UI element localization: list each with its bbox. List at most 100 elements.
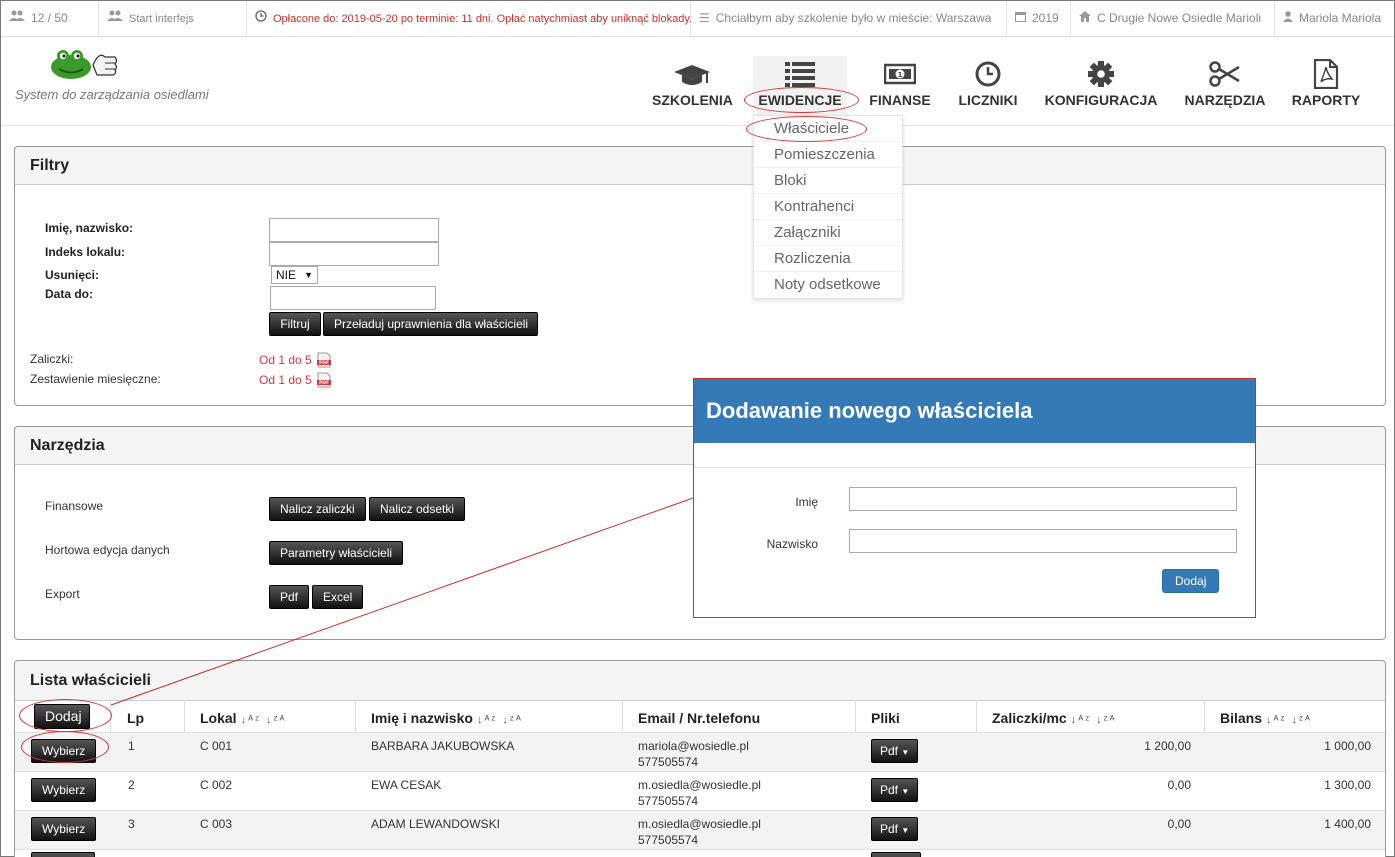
files-label: Pdf <box>880 744 899 758</box>
estate-selector[interactable]: C Drugie Nowe Osiedle Marioli <box>1071 1 1275 36</box>
estate-text: C Drugie Nowe Osiedle Marioli <box>1097 11 1262 25</box>
row-unit: C 003 <box>200 817 233 831</box>
unit-index-input[interactable] <box>269 242 439 266</box>
calc-advances-button[interactable]: Nalicz zaliczki <box>269 497 366 521</box>
row-unit: C 001 <box>200 739 233 753</box>
column-label: Zaliczki/mc <box>992 710 1067 726</box>
column-advance[interactable]: Zaliczki/mc ↓ᴬᶻ ↓ᶻᴬ <box>977 701 1205 733</box>
monthly-pdf-link[interactable]: Od 1 do 5 PDF <box>259 372 332 388</box>
row-email[interactable]: mariola@wosiedle.pl <box>638 739 749 753</box>
highlight-ellipse <box>19 699 112 732</box>
training-city-text: Chciałbym aby szkolenie było w mieście: … <box>715 11 992 25</box>
name-label: Imię, nazwisko: <box>45 221 134 235</box>
deleted-label: Usunięci: <box>45 268 100 282</box>
sort-icon[interactable]: ↓ᴬᶻ ↓ᶻᴬ <box>477 714 523 726</box>
modal-add-button[interactable]: Dodaj <box>1162 569 1220 593</box>
files-dropdown-button[interactable] <box>871 852 921 857</box>
select-button[interactable]: Wybierz <box>31 817 97 841</box>
date-input[interactable] <box>270 286 436 310</box>
row-contact: mariola@wosiedle.pl 577505574 <box>638 738 749 770</box>
money-icon: 1 <box>869 59 931 89</box>
index-label: Indeks lokalu: <box>45 245 126 259</box>
menu-item-bloki[interactable]: Bloki <box>754 168 902 194</box>
export-excel-button[interactable]: Excel <box>312 585 364 609</box>
highlight-ellipse <box>746 116 867 142</box>
header-divider <box>1 125 1394 126</box>
row-phone: 577505574 <box>638 794 699 808</box>
column-name[interactable]: Imię i nazwisko ↓ᴬᶻ ↓ᶻᴬ <box>356 701 623 733</box>
files-dropdown-button[interactable]: Pdf ▼ <box>871 817 919 841</box>
pdf-file-icon <box>1291 58 1361 90</box>
pdf-icon: PDF <box>316 372 332 388</box>
menu-item-pomieszczenia[interactable]: Pomieszczenia <box>754 142 902 168</box>
monthly-link-text: Od 1 do 5 <box>259 373 312 387</box>
advances-pdf-link[interactable]: Od 1 do 5 PDF <box>259 352 332 368</box>
users-icon <box>107 1 123 36</box>
select-button[interactable] <box>31 852 95 857</box>
list-icon <box>753 59 847 89</box>
filter-button[interactable]: Filtruj <box>269 312 321 336</box>
year-selector[interactable]: 2019 <box>1007 1 1071 36</box>
caret-down-icon: ▼ <box>901 826 910 835</box>
nav-narzedzia[interactable]: NARZĘDZIA <box>1184 59 1266 109</box>
row-email[interactable]: m.osiedla@wosiedle.pl <box>638 817 761 831</box>
files-dropdown-button[interactable]: Pdf ▼ <box>871 739 919 763</box>
row-lp: 1 <box>128 739 135 753</box>
table-row[interactable]: Wybierz 2 C 002 EWA CESAK m.osiedla@wosi… <box>15 771 1385 810</box>
column-balance[interactable]: Bilans ↓ᴬᶻ ↓ᶻᴬ <box>1205 701 1385 733</box>
user-icon <box>1283 1 1293 36</box>
name-input[interactable] <box>269 218 439 242</box>
filters-panel: Filtry Imię, nazwisko: Indeks lokalu: Us… <box>14 146 1386 406</box>
modal-title: Dodawanie nowego właściciela <box>694 379 1255 443</box>
user-menu[interactable]: Mariola Mariola <box>1275 1 1394 36</box>
files-dropdown-button[interactable]: Pdf ▼ <box>871 778 919 802</box>
sort-icon[interactable]: ↓ᴬᶻ ↓ᶻᴬ <box>1266 714 1312 726</box>
row-lp: 3 <box>128 817 135 831</box>
caret-down-icon: ▼ <box>304 270 313 280</box>
date-label: Data do: <box>45 287 93 301</box>
export-pdf-button[interactable]: Pdf <box>269 585 310 609</box>
menu-item-rozliczenia[interactable]: Rozliczenia <box>754 246 902 272</box>
owner-parameters-button[interactable]: Parametry właścicieli <box>269 541 404 565</box>
menu-item-zalaczniki[interactable]: Załączniki <box>754 220 902 246</box>
sort-icon[interactable]: ↓ᴬᶻ ↓ᶻᴬ <box>241 714 287 726</box>
files-label: Pdf <box>880 822 899 836</box>
first-name-input[interactable] <box>849 487 1237 511</box>
frog-logo[interactable] <box>49 45 119 81</box>
reload-permissions-button[interactable]: Przeładuj uprawnienia dla właścicieli <box>323 312 538 336</box>
row-advance: 0,00 <box>1167 778 1191 792</box>
training-city-link[interactable]: ☰ Chciałbym aby szkolenie było w mieście:… <box>691 1 1007 36</box>
menu-item-noty-odsetkowe[interactable]: Noty odsetkowe <box>754 272 902 298</box>
table-row[interactable]: Wybierz 3 C 003 ADAM LEWANDOWSKI m.osied… <box>15 810 1385 849</box>
payment-notice[interactable]: Opłacone do: 2019-05-20 po terminie: 11 … <box>247 1 693 36</box>
select-button[interactable]: Wybierz <box>31 778 97 802</box>
start-interface-link[interactable]: Start interfejs <box>99 1 247 36</box>
gear-icon <box>1044 59 1158 89</box>
row-phone: 577505574 <box>638 755 699 769</box>
user-counter-text: 12 / 50 <box>31 11 68 25</box>
nav-label: LICZNIKI <box>958 92 1018 108</box>
payment-notice-text: Opłacone do: 2019-05-20 po terminie: 11 … <box>273 13 693 25</box>
table-row[interactable]: Wybierz 1 C 001 BARBARA JAKUBOWSKA mario… <box>15 732 1385 771</box>
user-counter[interactable]: 12 / 50 <box>1 1 99 36</box>
nav-raporty[interactable]: RAPORTY <box>1291 58 1361 109</box>
sort-icon[interactable]: ↓ᴬᶻ ↓ᶻᴬ <box>1071 714 1117 726</box>
deleted-select-value: NIE <box>276 268 297 282</box>
row-email[interactable]: m.osiedla@wosiedle.pl <box>638 778 761 792</box>
nav-szkolenia[interactable]: SZKOLENIA <box>652 59 733 109</box>
last-name-input[interactable] <box>849 529 1237 553</box>
nav-finanse[interactable]: 1 FINANSE <box>869 59 931 109</box>
column-lokal[interactable]: Lokal ↓ᴬᶻ ↓ᶻᴬ <box>185 701 356 733</box>
row-balance: 1 400,00 <box>1324 817 1371 831</box>
table-row-partial <box>15 849 1385 857</box>
users-icon <box>9 1 25 36</box>
row-lp: 2 <box>128 778 135 792</box>
column-lp[interactable]: Lp <box>111 701 185 733</box>
menu-item-kontrahenci[interactable]: Kontrahenci <box>754 194 902 220</box>
nav-konfiguracja[interactable]: KONFIGURACJA <box>1044 59 1158 109</box>
nav-liczniki[interactable]: LICZNIKI <box>957 59 1019 109</box>
calc-interest-button[interactable]: Nalicz odsetki <box>369 497 466 521</box>
nav-label: NARZĘDZIA <box>1184 92 1266 108</box>
row-unit: C 002 <box>200 778 233 792</box>
deleted-select[interactable]: NIE ▼ <box>271 266 318 284</box>
